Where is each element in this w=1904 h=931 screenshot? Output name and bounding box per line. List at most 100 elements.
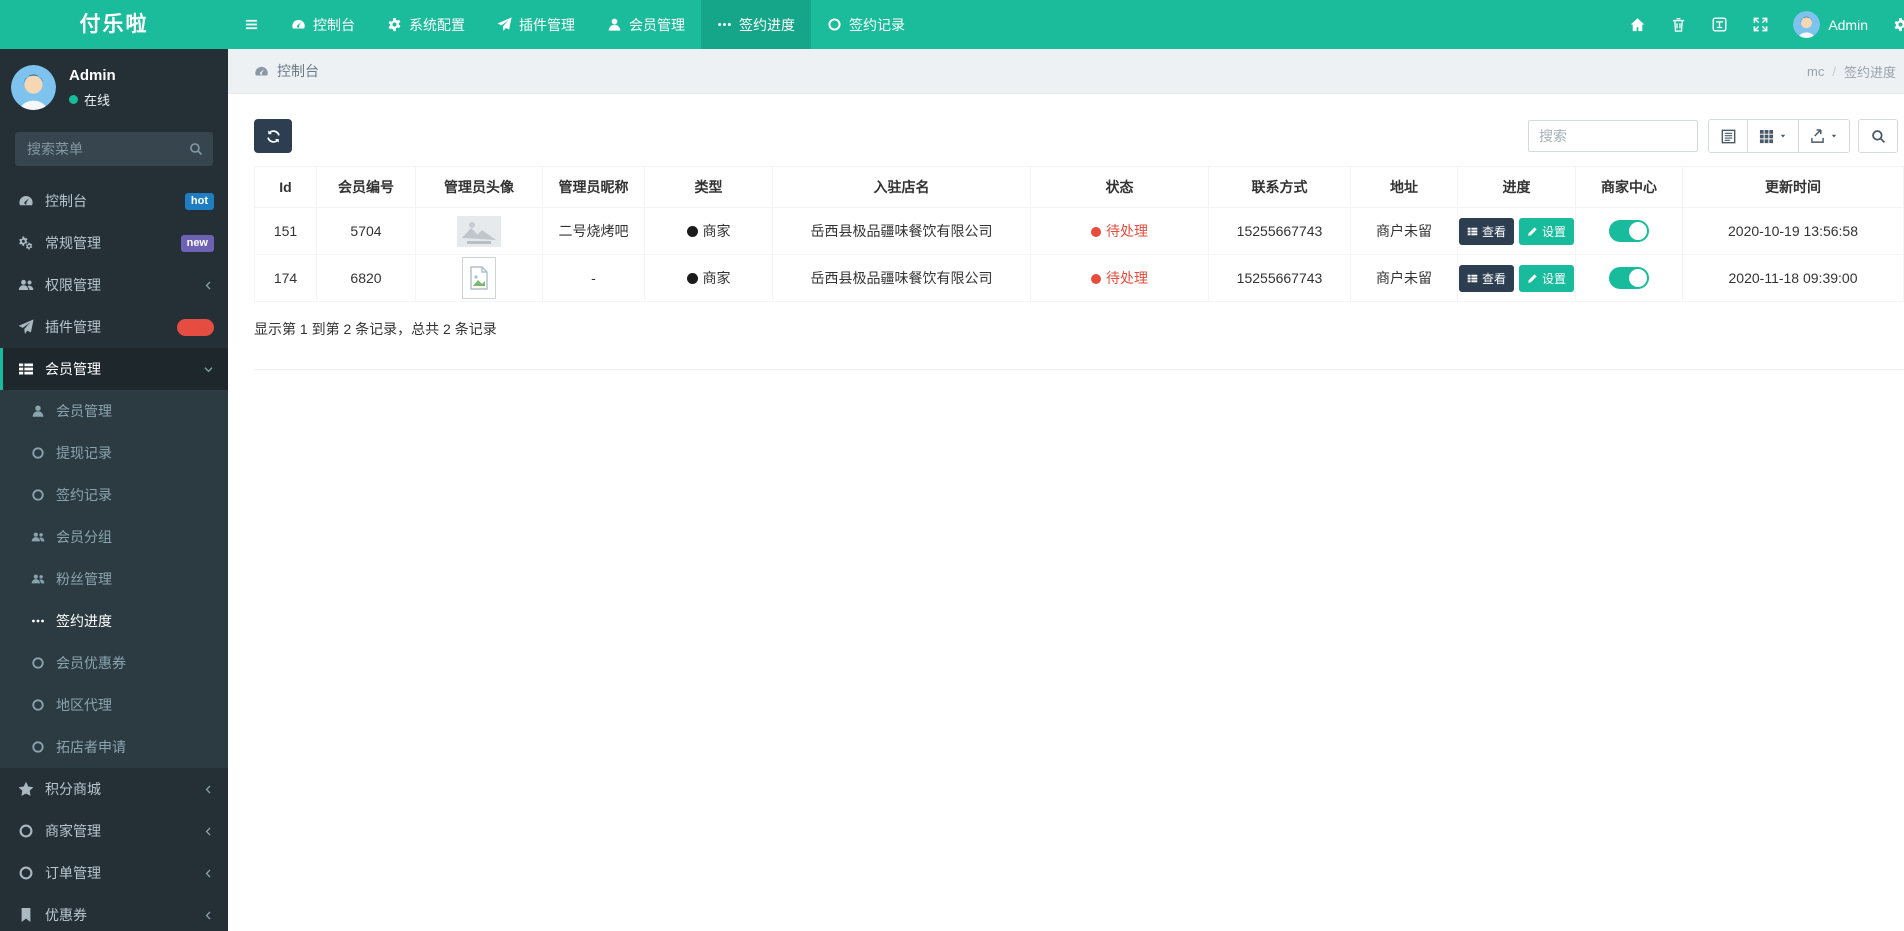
breadcrumb-separator: / bbox=[1832, 63, 1836, 79]
set-button[interactable]: 设置 bbox=[1519, 264, 1575, 292]
cell-admin-nickname: 二号烧烤吧 bbox=[542, 207, 645, 255]
star-icon bbox=[18, 781, 34, 797]
search-icon[interactable] bbox=[189, 142, 203, 156]
set-button[interactable]: 设置 bbox=[1519, 217, 1575, 245]
column-header-merchant-center: 商家中心 bbox=[1575, 166, 1683, 208]
sidebar-menu: 控制台 hot 常规管理 new 权限管理 插件管理 new 会员管理 会员管理… bbox=[0, 180, 228, 931]
chevron-left-icon bbox=[203, 868, 214, 879]
circle-icon bbox=[18, 865, 34, 881]
nav-tab-signing-progress[interactable]: 签约进度 bbox=[701, 0, 811, 49]
sidebar-item-plugin-management[interactable]: 插件管理 new bbox=[0, 306, 228, 348]
caret-down-icon bbox=[1779, 132, 1787, 140]
refresh-icon bbox=[266, 129, 281, 144]
gears-icon bbox=[18, 235, 34, 251]
columns-grid-icon bbox=[1759, 129, 1774, 144]
cell-member-no: 5704 bbox=[316, 207, 416, 255]
avatar bbox=[1793, 11, 1820, 38]
module-market-button[interactable] bbox=[1699, 0, 1740, 49]
sidebar-subitem-store-expansion-applications[interactable]: 拓店者申请 bbox=[0, 726, 228, 768]
column-header-contact: 联系方式 bbox=[1208, 166, 1351, 208]
user-icon bbox=[31, 404, 45, 418]
nav-tab-plugin-management[interactable]: 插件管理 bbox=[481, 0, 591, 49]
home-button[interactable] bbox=[1617, 0, 1658, 49]
search-toggle-button[interactable] bbox=[1858, 119, 1898, 153]
sidebar-item-permission-management[interactable]: 权限管理 bbox=[0, 264, 228, 306]
nav-tab-dashboard[interactable]: 控制台 bbox=[275, 0, 371, 49]
cell-contact: 15255667743 bbox=[1208, 207, 1351, 255]
sidebar-subitem-label: 提现记录 bbox=[56, 445, 112, 461]
avatar bbox=[11, 65, 56, 110]
status-label: 待处理 bbox=[1106, 270, 1148, 286]
cell-progress: 查看 设置 bbox=[1457, 254, 1576, 302]
view-button[interactable]: 查看 bbox=[1458, 264, 1514, 292]
search-icon bbox=[1871, 129, 1886, 144]
settings-button[interactable] bbox=[1880, 0, 1904, 49]
sidebar-item-merchant-management[interactable]: 商家管理 bbox=[0, 810, 228, 852]
clear-cache-button[interactable] bbox=[1658, 0, 1699, 49]
user-menu[interactable]: Admin bbox=[1781, 11, 1880, 38]
sidebar-subitem-label: 会员优惠券 bbox=[56, 655, 126, 671]
chevron-left-icon bbox=[203, 280, 214, 291]
cell-id: 151 bbox=[254, 207, 317, 255]
nav-tab-system-config[interactable]: 系统配置 bbox=[371, 0, 481, 49]
sidebar-subitem-member-groups[interactable]: 会员分组 bbox=[0, 516, 228, 558]
sidebar-item-label: 积分商城 bbox=[45, 781, 101, 797]
column-header-updated-at: 更新时间 bbox=[1682, 166, 1904, 208]
columns-dropdown-button[interactable] bbox=[1747, 119, 1799, 153]
cell-status: 待处理 bbox=[1030, 207, 1209, 255]
user-icon bbox=[607, 17, 622, 32]
refresh-button[interactable] bbox=[254, 119, 292, 153]
sidebar-subitem-label: 会员分组 bbox=[56, 529, 112, 545]
sidebar-subitem-signing-records[interactable]: 签约记录 bbox=[0, 474, 228, 516]
view-button[interactable]: 查看 bbox=[1458, 217, 1514, 245]
column-header-admin-nickname: 管理员昵称 bbox=[542, 166, 645, 208]
breadcrumb-section: 控制台 bbox=[277, 63, 319, 79]
sidebar-subitem-signing-progress[interactable]: 签约进度 bbox=[0, 600, 228, 642]
main-content: 控制台 mc / 签约进度 搜索 Id 会员编号 管理员头像 管理员昵称 类型 … bbox=[228, 49, 1904, 931]
circle-icon bbox=[18, 823, 34, 839]
sidebar-item-dashboard[interactable]: 控制台 hot bbox=[0, 180, 228, 222]
merchant-center-toggle[interactable] bbox=[1609, 267, 1649, 289]
type-dot bbox=[686, 273, 698, 284]
sidebar-username: Admin bbox=[69, 66, 116, 84]
sidebar-item-general-management[interactable]: 常规管理 new bbox=[0, 222, 228, 264]
cell-type: 商家 bbox=[644, 254, 773, 302]
sidebar-item-coupons[interactable]: 优惠券 bbox=[0, 894, 228, 931]
sidebar-item-points-mall[interactable]: 积分商城 bbox=[0, 768, 228, 810]
brand-logo[interactable]: 付乐啦 bbox=[0, 0, 228, 49]
breadcrumb-trail-item: 签约进度 bbox=[1843, 64, 1896, 80]
nav-tab-member-management[interactable]: 会员管理 bbox=[591, 0, 701, 49]
chevron-left-icon bbox=[203, 910, 214, 921]
sidebar-toggle-button[interactable] bbox=[228, 0, 275, 49]
export-dropdown-button[interactable] bbox=[1798, 119, 1850, 153]
status-label: 待处理 bbox=[1106, 223, 1148, 239]
username: Admin bbox=[1828, 16, 1868, 33]
sidebar-item-label: 优惠券 bbox=[45, 907, 87, 923]
sidebar-subitem-withdrawal-records[interactable]: 提现记录 bbox=[0, 432, 228, 474]
sidebar-item-label: 插件管理 bbox=[45, 319, 101, 335]
cell-progress: 查看 设置 bbox=[1457, 207, 1576, 255]
ellipsis-icon bbox=[31, 614, 45, 628]
cell-admin-avatar bbox=[415, 254, 543, 302]
sidebar-subitem-regional-agents[interactable]: 地区代理 bbox=[0, 684, 228, 726]
sidebar-subitem-fans-management[interactable]: 粉丝管理 bbox=[0, 558, 228, 600]
fullscreen-button[interactable] bbox=[1740, 0, 1781, 49]
sidebar-subitem-member-management[interactable]: 会员管理 bbox=[0, 390, 228, 432]
cell-updated-at: 2020-10-19 13:56:58 bbox=[1682, 207, 1904, 255]
sidebar-item-label: 常规管理 bbox=[45, 235, 101, 251]
nav-tab-signing-records[interactable]: 签约记录 bbox=[811, 0, 921, 49]
table-search-input[interactable] bbox=[1528, 120, 1698, 152]
paging-toggle-button[interactable] bbox=[1708, 119, 1748, 153]
menu-search-input[interactable] bbox=[15, 132, 213, 166]
sidebar-subitem-label: 粉丝管理 bbox=[56, 571, 112, 587]
cell-store-name: 岳西县极品疆味餐饮有限公司 bbox=[772, 207, 1031, 255]
sidebar-subitem-member-coupons[interactable]: 会员优惠券 bbox=[0, 642, 228, 684]
ellipsis-icon bbox=[717, 17, 732, 32]
paper-plane-icon bbox=[18, 319, 34, 335]
nav-tab-label: 插件管理 bbox=[519, 16, 575, 33]
sidebar-item-order-management[interactable]: 订单管理 bbox=[0, 852, 228, 894]
breadcrumb[interactable]: 控制台 bbox=[254, 61, 319, 81]
sidebar-item-member-management[interactable]: 会员管理 bbox=[0, 348, 228, 390]
merchant-center-toggle[interactable] bbox=[1609, 220, 1649, 242]
chevron-left-icon bbox=[203, 826, 214, 837]
